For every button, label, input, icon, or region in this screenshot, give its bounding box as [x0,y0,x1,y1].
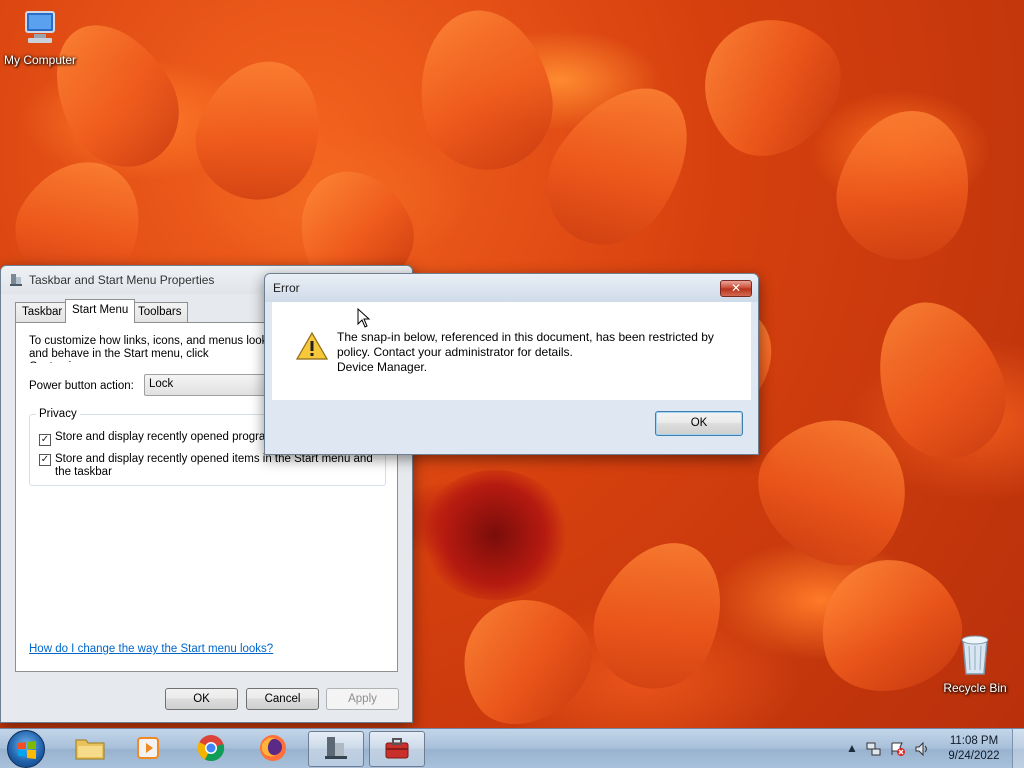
clock[interactable]: 11:08 PM 9/24/2022 [938,734,1010,764]
taskbar-firefox[interactable] [245,731,301,767]
checkbox-checked[interactable]: ✓ [39,454,51,466]
checkbox-label: Store and display recently opened items … [55,453,373,478]
tab-toolbars[interactable]: Toolbars [131,302,189,322]
checkbox-label: Store and display recently opened progra… [55,431,264,443]
taskbar: ▲ 11:08 PM 9/24/2022 [0,728,1024,768]
taskbar-media-player[interactable] [121,731,177,767]
checkbox-checked[interactable]: ✓ [39,434,51,446]
desktop-icon-my-computer[interactable]: My Computer [0,8,80,67]
desktop-icon-label: My Computer [3,53,77,67]
cancel-button[interactable]: Cancel [246,688,319,710]
checkbox-recent-programs[interactable]: ✓ Store and display recently opened progr… [39,431,264,446]
window-title: Taskbar and Start Menu Properties [29,273,215,287]
desktop-icon-recycle-bin[interactable]: Recycle Bin [935,630,1015,695]
description-text: To customize how links, icons, and menus… [29,335,268,363]
ok-button[interactable]: OK [655,411,743,436]
power-button-value: Lock [149,378,174,390]
checkbox-recent-items[interactable]: ✓ Store and display recently opened items… [39,453,379,479]
message-line-1: The snap-in below, referenced in this do… [337,330,714,344]
tab-start-menu[interactable]: Start Menu [65,299,136,323]
windows-logo-icon [17,740,37,760]
ok-button[interactable]: OK [165,688,238,710]
taskbar-chrome[interactable] [183,731,239,767]
firefox-icon [259,734,287,765]
show-desktop-button[interactable] [1012,729,1024,768]
error-message: The snap-in below, referenced in this do… [337,330,714,375]
chrome-icon [197,734,225,765]
network-icon[interactable] [866,741,882,760]
taskbar-toolbox[interactable] [369,731,425,767]
message-area: The snap-in below, referenced in this do… [272,302,751,400]
media-player-icon [136,735,162,764]
taskbar-properties-icon [9,273,23,287]
dialog-title: Error [273,281,300,295]
taskbar-taskbar-properties[interactable] [308,731,364,767]
desktop-icon-label: Recycle Bin [943,681,1007,695]
taskbar-file-explorer[interactable] [62,731,118,767]
power-button-label: Power button action: [29,380,134,392]
titlebar[interactable]: Error [265,274,758,302]
toolbox-icon [383,735,411,764]
close-icon: ✕ [730,281,742,295]
tab-taskbar[interactable]: Taskbar [15,302,70,322]
computer-icon [0,8,80,51]
clock-time: 11:08 PM [949,735,999,747]
message-line-3: Device Manager. [337,360,428,374]
close-button[interactable]: ✕ [720,280,752,297]
show-hidden-icons-icon[interactable]: ▲ [846,741,858,755]
message-line-2: policy. Contact your administrator for d… [337,345,573,359]
recycle-bin-icon [935,630,1015,679]
error-dialog[interactable]: Error ✕ The snap-in below, referenced in… [264,273,759,455]
warning-icon [295,331,329,363]
clock-date: 9/24/2022 [948,750,1000,762]
mouse-cursor-icon [357,307,371,331]
volume-icon[interactable] [914,741,930,760]
privacy-legend: Privacy [36,408,80,420]
help-link[interactable]: How do I change the way the Start menu l… [29,643,273,655]
start-button[interactable] [7,730,45,768]
action-center-icon[interactable] [890,741,906,760]
folder-icon [75,735,105,764]
apply-button[interactable]: Apply [326,688,399,710]
power-button-select[interactable]: Lock [144,374,274,396]
taskbar-properties-icon [323,735,349,764]
